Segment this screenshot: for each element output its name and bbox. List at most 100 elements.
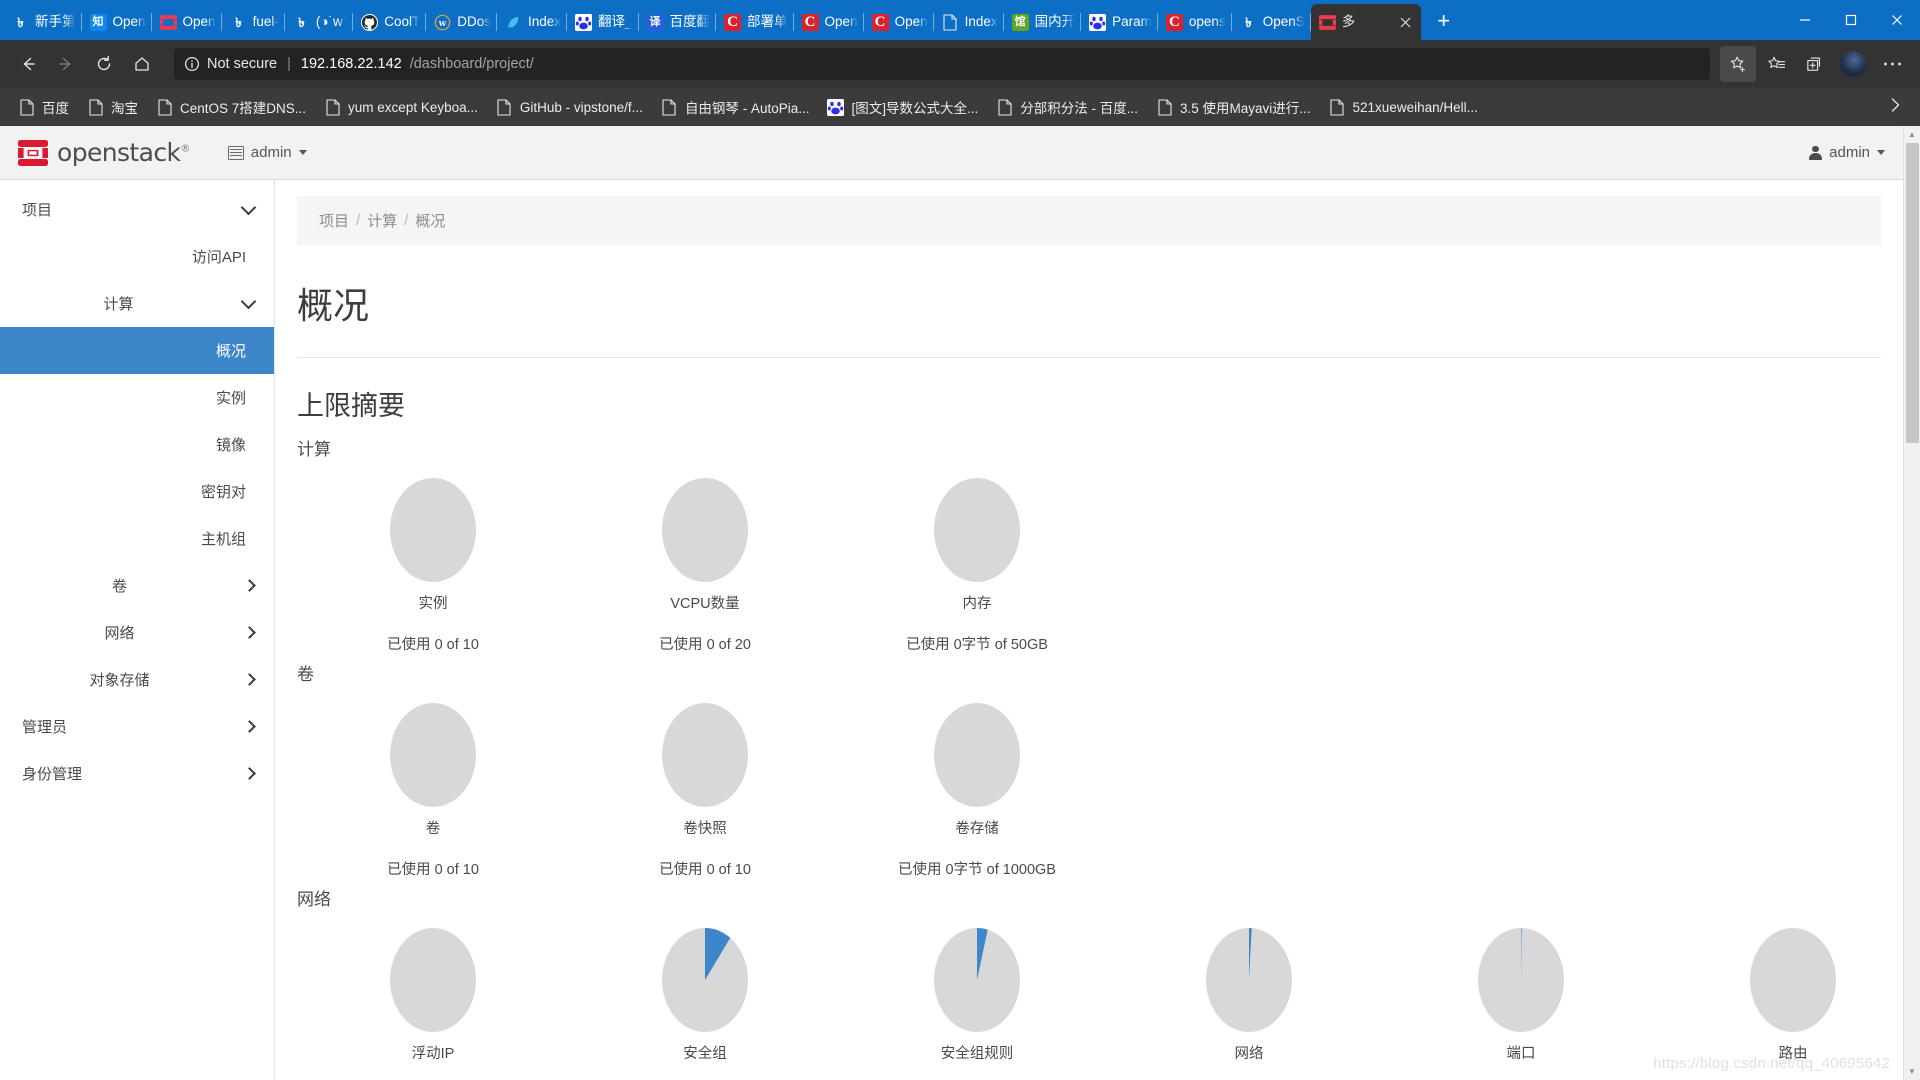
openstack-brand: openstack® bbox=[57, 138, 190, 167]
bookmark-item[interactable]: 分部积分法 - 百度... bbox=[988, 93, 1146, 121]
openstack-logo[interactable]: openstack® bbox=[18, 138, 190, 167]
browser-tab[interactable]: 多 bbox=[1310, 4, 1421, 40]
sidebar-item-2[interactable]: 计算 bbox=[0, 280, 274, 327]
browser-tab[interactable]: ৳ 新手第 bbox=[4, 4, 82, 40]
bookmarks-bar: 百度 淘宝 CentOS 7搭建DNS... yum except Keyboa...… bbox=[0, 88, 1920, 126]
github-icon bbox=[361, 13, 379, 31]
browser-tab[interactable]: ৳ OpenS bbox=[1232, 4, 1311, 40]
sidebar-item-3[interactable]: 概况 bbox=[0, 327, 274, 374]
sidebar-navigation: 项目 访问API 计算 概况 实例 镜像 密钥对 主机组卷网络对象存储管理员身份管理 bbox=[0, 180, 275, 1080]
bookmark-item[interactable]: 淘宝 bbox=[79, 93, 146, 121]
sidebar-item-5[interactable]: 镜像 bbox=[0, 421, 274, 468]
sidebar-item-1[interactable]: 访问API bbox=[0, 233, 274, 280]
browser-tab[interactable]: Open bbox=[152, 4, 222, 40]
tab-label: Open bbox=[182, 14, 216, 29]
browser-tab[interactable]: 馆国内开 bbox=[1004, 4, 1082, 40]
bookmark-item[interactable]: yum except Keyboa... bbox=[316, 95, 486, 120]
dashboard-body: 项目 访问API 计算 概况 实例 镜像 密钥对 主机组卷网络 对象存储 管理员 身份管理 项目 /… bbox=[0, 180, 1903, 1080]
tab-label: (◑˙w˙ bbox=[315, 14, 348, 29]
quota-cell: 卷快照 已使用 0 of 10 bbox=[569, 687, 841, 879]
breadcrumb-item-1[interactable]: 计算 bbox=[367, 210, 397, 231]
csdn-icon: C bbox=[1165, 13, 1183, 31]
favorites-list-icon[interactable] bbox=[1758, 46, 1794, 82]
quota-label: 网络 bbox=[1234, 1046, 1264, 1062]
new-tab-button[interactable]: + bbox=[1427, 4, 1461, 38]
sidebar-group-label: 身份管理 bbox=[22, 766, 83, 783]
browser-tab[interactable]: ৳ (◑˙w˙ bbox=[285, 4, 354, 40]
browser-tab[interactable]: w DDos bbox=[426, 4, 497, 40]
sidebar-item-7[interactable]: 主机组 bbox=[0, 515, 274, 562]
scroll-up-arrow-icon[interactable]: ▲ bbox=[1904, 126, 1920, 143]
add-favorite-icon[interactable] bbox=[1720, 46, 1756, 82]
browser-tab[interactable]: C 部署单 bbox=[716, 4, 794, 40]
page-scrollbar[interactable]: ▲ ▼ bbox=[1903, 126, 1920, 1080]
scrollbar-thumb[interactable] bbox=[1906, 143, 1919, 443]
browser-tab[interactable]: 翻译_ bbox=[567, 4, 639, 40]
browser-tab[interactable]: C Open bbox=[864, 4, 934, 40]
tab-close-icon[interactable] bbox=[1395, 11, 1417, 33]
tab-label: Index bbox=[528, 14, 562, 29]
browser-tab[interactable]: Index bbox=[934, 4, 1004, 40]
bookmark-label: 521xueweihan/Hell... bbox=[1352, 99, 1478, 115]
browser-tab[interactable]: C Open bbox=[794, 4, 864, 40]
browser-tab[interactable]: Index bbox=[497, 4, 568, 40]
browser-tab[interactable]: Copens bbox=[1158, 4, 1232, 40]
page-viewport: openstack® admin admin 项目 访问API 计算 概况 实例 镜像 密钥… bbox=[0, 126, 1920, 1080]
bookmark-item[interactable]: 百度 bbox=[10, 93, 77, 121]
maximize-button[interactable] bbox=[1828, 0, 1874, 40]
browser-window: ৳ 新手第知 Open Open ৳ fuel- ৳ (◑˙w˙ CoolT w DDos Index… bbox=[0, 0, 1920, 1080]
bookmark-item[interactable]: CentOS 7搭建DNS... bbox=[148, 93, 314, 121]
bookmark-item[interactable]: 自由钢琴 - AutoPia... bbox=[653, 93, 818, 121]
sidebar-item-0[interactable]: 项目 bbox=[0, 186, 274, 233]
bookmark-label: 3.5 使用Mayavi进行... bbox=[1180, 101, 1311, 116]
bookmark-item[interactable]: 3.5 使用Mayavi进行... bbox=[1148, 93, 1319, 121]
user-menu[interactable]: admin bbox=[1809, 144, 1885, 161]
close-button[interactable] bbox=[1874, 0, 1920, 40]
address-bar[interactable]: Not secure | 192.168.22.142/dashboard/pr… bbox=[174, 48, 1710, 80]
quota-pie-chart bbox=[390, 928, 476, 1032]
breadcrumb-separator: / bbox=[404, 212, 409, 229]
openstack-icon bbox=[159, 14, 177, 31]
sidebar-group-label: 网络 bbox=[104, 625, 135, 642]
browser-tab[interactable]: CoolT bbox=[353, 4, 427, 40]
browser-tab[interactable]: Param bbox=[1081, 4, 1158, 40]
sidebar-group-label: 卷 bbox=[111, 578, 127, 595]
reload-icon[interactable] bbox=[86, 46, 122, 82]
quota-label: 实例 bbox=[418, 596, 448, 612]
sidebar-item-10[interactable]: 对象存储 bbox=[0, 656, 274, 703]
back-icon[interactable] bbox=[10, 46, 46, 82]
bookmark-item[interactable]: 521xueweihan/Hell... bbox=[1321, 95, 1486, 120]
sidebar-item-11[interactable]: 管理员 bbox=[0, 703, 274, 750]
url-host: 192.168.22.142 bbox=[300, 56, 402, 72]
home-icon[interactable] bbox=[124, 46, 160, 82]
breadcrumb-item-0[interactable]: 项目 bbox=[319, 210, 349, 231]
quota-summary: 计算 实例 已使用 0 of 10 VCPU数量 已使用 0 of 20 内存 已使用 0字… bbox=[297, 435, 1881, 1080]
sidebar-group-label: 管理员 bbox=[22, 719, 68, 736]
minimize-button[interactable] bbox=[1782, 0, 1828, 40]
bookmark-item[interactable]: GitHub - vipstone/f... bbox=[488, 95, 651, 120]
security-indicator[interactable]: Not secure bbox=[184, 56, 277, 72]
quota-cell: 安全组规则已使用 4 of 100 bbox=[841, 912, 1113, 1080]
project-selector[interactable]: admin bbox=[227, 144, 307, 161]
sidebar-item-9[interactable]: 网络 bbox=[0, 609, 274, 656]
browser-tab[interactable]: 知 Open bbox=[82, 4, 152, 40]
sidebar-item-12[interactable]: 身份管理 bbox=[0, 750, 274, 797]
collections-icon[interactable] bbox=[1796, 46, 1832, 82]
profile-avatar[interactable] bbox=[1840, 51, 1866, 77]
browser-tab[interactable]: ৳ fuel- bbox=[222, 4, 285, 40]
baidu-icon bbox=[1089, 13, 1107, 31]
sidebar-item-8[interactable]: 卷 bbox=[0, 562, 274, 609]
openstack-logo-icon bbox=[18, 139, 48, 166]
sidebar-item-6[interactable]: 密钥对 bbox=[0, 468, 274, 515]
bookmarks-overflow-icon[interactable] bbox=[1881, 93, 1910, 121]
scroll-down-arrow-icon[interactable]: ▼ bbox=[1904, 1063, 1920, 1080]
sidebar-item-4[interactable]: 实例 bbox=[0, 374, 274, 421]
page-icon bbox=[942, 13, 959, 31]
openstack-icon bbox=[1318, 14, 1336, 31]
bookmark-item[interactable]: [图文]导数公式大全... bbox=[819, 93, 986, 121]
forward-icon[interactable] bbox=[48, 46, 84, 82]
settings-menu-icon[interactable] bbox=[1874, 46, 1910, 82]
bookmark-label: [图文]导数公式大全... bbox=[851, 101, 979, 116]
browser-tab[interactable]: 译百度翻 bbox=[639, 4, 717, 40]
quota-usage-text: 已使用 0 of 10 bbox=[659, 862, 751, 878]
